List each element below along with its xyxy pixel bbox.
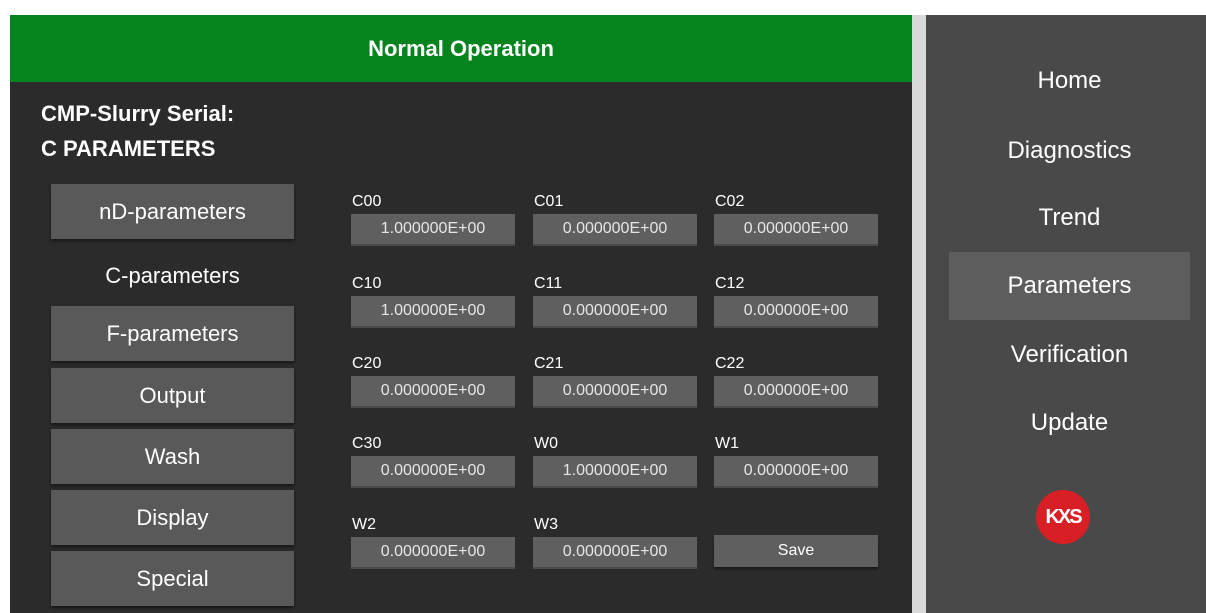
c20-field[interactable]: 0.000000E+00 bbox=[351, 376, 515, 408]
c02-label: C02 bbox=[715, 193, 745, 210]
c30-label: C30 bbox=[352, 435, 382, 452]
c10-label: C10 bbox=[352, 275, 382, 292]
nav-home[interactable]: Home bbox=[949, 47, 1190, 115]
c01-label: C01 bbox=[534, 193, 564, 210]
c02-field[interactable]: 0.000000E+00 bbox=[714, 214, 878, 246]
kxs-logo-icon: KXS bbox=[1036, 490, 1090, 544]
c11-field[interactable]: 0.000000E+00 bbox=[533, 296, 697, 328]
status-text: Normal Operation bbox=[368, 35, 554, 61]
c22-label: C22 bbox=[715, 355, 745, 372]
w0-label: W0 bbox=[534, 435, 558, 452]
c22-field[interactable]: 0.000000E+00 bbox=[714, 376, 878, 408]
w2-field[interactable]: 0.000000E+00 bbox=[351, 537, 515, 569]
c21-field[interactable]: 0.000000E+00 bbox=[533, 376, 697, 408]
section-title: C PARAMETERS bbox=[41, 136, 216, 161]
w3-field[interactable]: 0.000000E+00 bbox=[533, 537, 697, 569]
serial-label: CMP-Slurry Serial: bbox=[41, 101, 235, 126]
panel-divider bbox=[912, 15, 926, 613]
w3-label: W3 bbox=[534, 516, 558, 533]
logo-text: KXS bbox=[1045, 505, 1082, 528]
special-button[interactable]: Special bbox=[51, 551, 294, 606]
nav-update[interactable]: Update bbox=[949, 389, 1190, 457]
wash-button[interactable]: Wash bbox=[51, 429, 294, 484]
nav-diagnostics[interactable]: Diagnostics bbox=[949, 117, 1190, 185]
w0-field[interactable]: 1.000000E+00 bbox=[533, 456, 697, 488]
c10-field[interactable]: 1.000000E+00 bbox=[351, 296, 515, 328]
c21-label: C21 bbox=[534, 355, 564, 372]
status-bar: Normal Operation bbox=[10, 15, 912, 82]
nd-parameters-button[interactable]: nD-parameters bbox=[51, 184, 294, 239]
c12-field[interactable]: 0.000000E+00 bbox=[714, 296, 878, 328]
nav-verification[interactable]: Verification bbox=[949, 321, 1190, 389]
c20-label: C20 bbox=[352, 355, 382, 372]
device-title: CMP-Slurry Serial: C PARAMETERS bbox=[41, 96, 234, 166]
save-button[interactable]: Save bbox=[714, 535, 878, 567]
c11-label: C11 bbox=[534, 275, 563, 292]
c30-field[interactable]: 0.000000E+00 bbox=[351, 456, 515, 488]
nav-parameters[interactable]: Parameters bbox=[949, 252, 1190, 320]
w1-field[interactable]: 0.000000E+00 bbox=[714, 456, 878, 488]
f-parameters-button[interactable]: F-parameters bbox=[51, 306, 294, 361]
c00-field[interactable]: 1.000000E+00 bbox=[351, 214, 515, 246]
c00-label: C00 bbox=[352, 193, 382, 210]
c-parameters-tab-active[interactable]: C-parameters bbox=[51, 248, 294, 303]
w2-label: W2 bbox=[352, 516, 376, 533]
c01-field[interactable]: 0.000000E+00 bbox=[533, 214, 697, 246]
output-button[interactable]: Output bbox=[51, 368, 294, 423]
nav-trend[interactable]: Trend bbox=[949, 184, 1190, 252]
display-button[interactable]: Display bbox=[51, 490, 294, 545]
w1-label: W1 bbox=[715, 435, 739, 452]
c12-label: C12 bbox=[715, 275, 745, 292]
